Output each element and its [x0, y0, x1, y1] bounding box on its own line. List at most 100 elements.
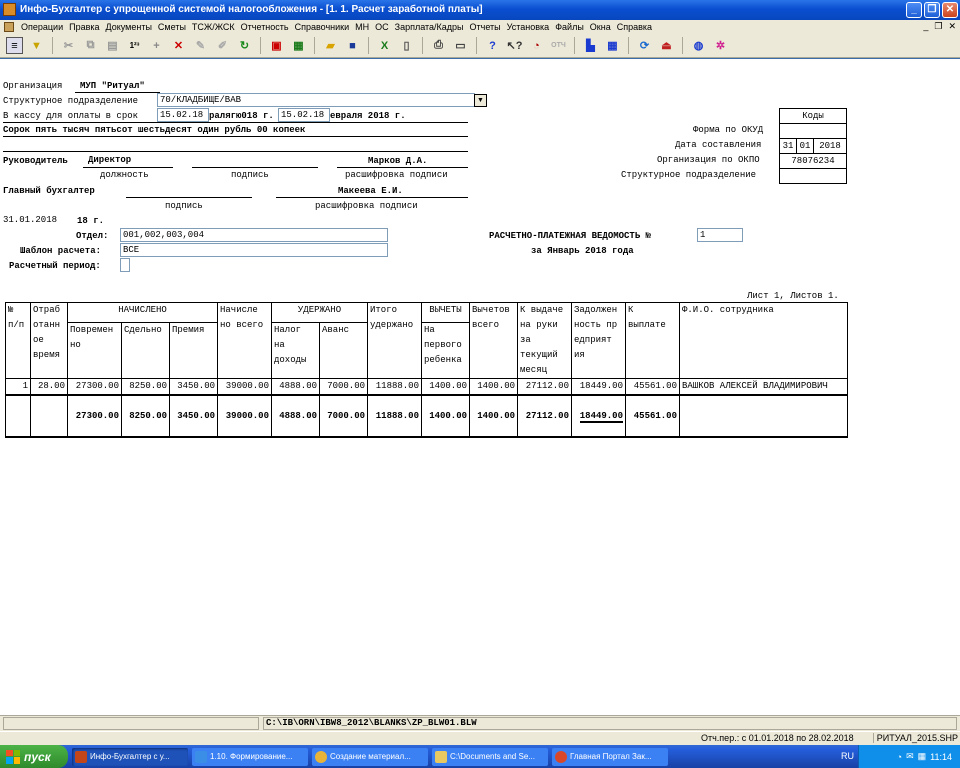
- clock[interactable]: 11:14: [930, 752, 952, 762]
- menu-operations[interactable]: Операции: [18, 22, 66, 32]
- cash-date-from[interactable]: 15.02.18: [157, 108, 209, 122]
- restore-button[interactable]: ❐: [924, 2, 940, 18]
- caption-decoding: расшифровка подписи: [345, 170, 448, 180]
- report-icon[interactable]: ОТЧ: [550, 37, 567, 54]
- col-time-header: Отраб отанн ое время: [30, 302, 68, 379]
- col-no-header: № п/п: [5, 302, 31, 379]
- network-icon[interactable]: ◍: [690, 37, 707, 54]
- numbering-icon[interactable]: 1²³: [126, 37, 143, 54]
- statement-period: за Январь 2018 года: [531, 246, 634, 256]
- form-icon[interactable]: ≡: [6, 37, 23, 54]
- window-title: Инфо-Бухгалтер с упрощенной системой нал…: [20, 4, 483, 15]
- start-button[interactable]: пуск: [0, 745, 68, 768]
- copy-icon[interactable]: ⧉: [82, 37, 99, 54]
- caption-decoding-2: расшифровка подписи: [315, 201, 418, 211]
- open-folder-icon[interactable]: ▰: [322, 37, 339, 54]
- menu-windows[interactable]: Окна: [587, 22, 614, 32]
- exit-icon[interactable]: ⏏: [658, 37, 675, 54]
- menu-help[interactable]: Справка: [614, 22, 655, 32]
- menu-setup[interactable]: Установка: [504, 22, 553, 32]
- refresh-icon[interactable]: ↻: [236, 37, 253, 54]
- menu-edit[interactable]: Правка: [66, 22, 102, 32]
- paste-icon[interactable]: ▤: [104, 37, 121, 54]
- menu-estimates[interactable]: Сметы: [155, 22, 189, 32]
- dept-dropdown-button[interactable]: ▼: [474, 94, 487, 107]
- menu-documents[interactable]: Документы: [103, 22, 155, 32]
- menu-files[interactable]: Файлы: [552, 22, 587, 32]
- okpo-value: 78076234: [779, 153, 847, 169]
- document-icon[interactable]: ▯: [398, 37, 415, 54]
- department-label: Отдел:: [76, 231, 109, 241]
- mark-icon[interactable]: ✎: [192, 37, 209, 54]
- compile-day: 31: [779, 138, 797, 154]
- child-minimize-button[interactable]: _: [923, 21, 928, 32]
- template-field[interactable]: ВСЕ: [120, 243, 388, 257]
- taskbar-item-formation[interactable]: 1.10. Формирование...: [192, 747, 308, 766]
- app-icon[interactable]: [3, 3, 16, 16]
- menu-reports[interactable]: Отчеты: [467, 22, 504, 32]
- book-icon[interactable]: ▙: [582, 37, 599, 54]
- context-help-icon[interactable]: ↖?: [506, 37, 523, 54]
- date-field[interactable]: 31.01.2018: [0, 213, 76, 227]
- folder-icon: [435, 750, 447, 763]
- taskbar: пуск Инфо-Бухгалтер с у... 1.10. Формиро…: [0, 745, 960, 768]
- department-field[interactable]: 001,002,003,004: [120, 228, 388, 242]
- menu-references[interactable]: Справочники: [292, 22, 353, 32]
- compile-month: 01: [796, 138, 814, 154]
- child-restore-button[interactable]: ❐: [934, 21, 942, 32]
- language-indicator[interactable]: RU: [841, 751, 854, 761]
- pdf-icon[interactable]: ▣: [268, 37, 285, 54]
- status-bar: Отч.пер.: с 01.01.2018 по 28.02.2018 РИТ…: [0, 731, 960, 745]
- struct-unit-value: [779, 168, 847, 184]
- close-button[interactable]: ✕: [942, 2, 958, 18]
- preview-icon[interactable]: ▭: [452, 37, 469, 54]
- delete-icon[interactable]: ✕: [170, 37, 187, 54]
- menu-payroll[interactable]: Зарплата/Кадры: [392, 22, 467, 32]
- period-field[interactable]: [120, 258, 130, 272]
- taskbar-item-portal[interactable]: Главная Портал Зак...: [552, 747, 668, 766]
- dept-field[interactable]: 70/КЛАДБИЩЕ/ВАВ: [157, 93, 475, 107]
- org-label: Организация: [3, 81, 63, 91]
- cash-tail-text: евраля 2018 г.: [330, 111, 406, 121]
- excel-icon[interactable]: X: [376, 37, 393, 54]
- taskbar-item-chrome[interactable]: Создание материал...: [312, 747, 428, 766]
- clock-icon[interactable]: ◔: [528, 37, 545, 54]
- cash-label: В кассу для оплаты в срок: [3, 111, 139, 121]
- settings-icon[interactable]: ✲: [712, 37, 729, 54]
- menu-bar: Операции Правка Документы Сметы ТСЖ/ЖСК …: [0, 20, 960, 34]
- path-bar: C:\IB\ORN\IBW8_2012\BLANKS\ZP_BLW01.BLW: [0, 715, 960, 731]
- help-icon[interactable]: ?: [484, 37, 501, 54]
- taskbar-item-infobuh[interactable]: Инфо-Бухгалтер с у...: [72, 747, 188, 766]
- windows-flag-icon: [6, 749, 20, 764]
- print-icon[interactable]: ⎙: [430, 37, 447, 54]
- refresh-db-icon[interactable]: ⟳: [636, 37, 653, 54]
- chief-accountant-name: Макеева Е.И.: [338, 186, 403, 196]
- calculator-icon[interactable]: ▦: [290, 37, 307, 54]
- document-window-icon[interactable]: [4, 22, 14, 32]
- unmark-icon[interactable]: ✐: [214, 37, 231, 54]
- cut-icon[interactable]: ✂: [60, 37, 77, 54]
- statement-number-field[interactable]: 1: [697, 228, 743, 242]
- menu-tszh[interactable]: ТСЖ/ЖСК: [189, 22, 238, 32]
- mail-icon[interactable]: ✉: [906, 751, 914, 762]
- save-icon[interactable]: ■: [344, 37, 361, 54]
- menu-os[interactable]: ОС: [372, 22, 392, 32]
- help-doc-icon: [195, 750, 207, 763]
- add-icon[interactable]: +: [148, 37, 165, 54]
- filter-icon[interactable]: ▼: [28, 37, 45, 54]
- volume-icon[interactable]: ◔: [897, 752, 902, 762]
- taskbar-item-explorer[interactable]: C:\Documents and Se...: [432, 747, 548, 766]
- network-tray-icon[interactable]: ▦: [918, 751, 927, 762]
- head-position-field[interactable]: Директор: [85, 153, 167, 167]
- calendar-icon[interactable]: ▦: [604, 37, 621, 54]
- menu-mn[interactable]: МН: [352, 22, 372, 32]
- caption-signature: подпись: [231, 170, 269, 180]
- debt-total-cell[interactable]: 18449.00: [571, 394, 626, 438]
- okud-label: Форма по ОКУД: [693, 125, 764, 135]
- minimize-button[interactable]: _: [906, 2, 922, 18]
- menu-reporting[interactable]: Отчетность: [238, 22, 292, 32]
- cash-date-to[interactable]: 15.02.18: [278, 108, 330, 122]
- col-avans-header: Аванс: [319, 321, 368, 380]
- table-row[interactable]: 1 28.00 27300.00 8250.00 3450.00 39000.0…: [5, 378, 848, 396]
- child-close-button[interactable]: ✕: [948, 21, 956, 32]
